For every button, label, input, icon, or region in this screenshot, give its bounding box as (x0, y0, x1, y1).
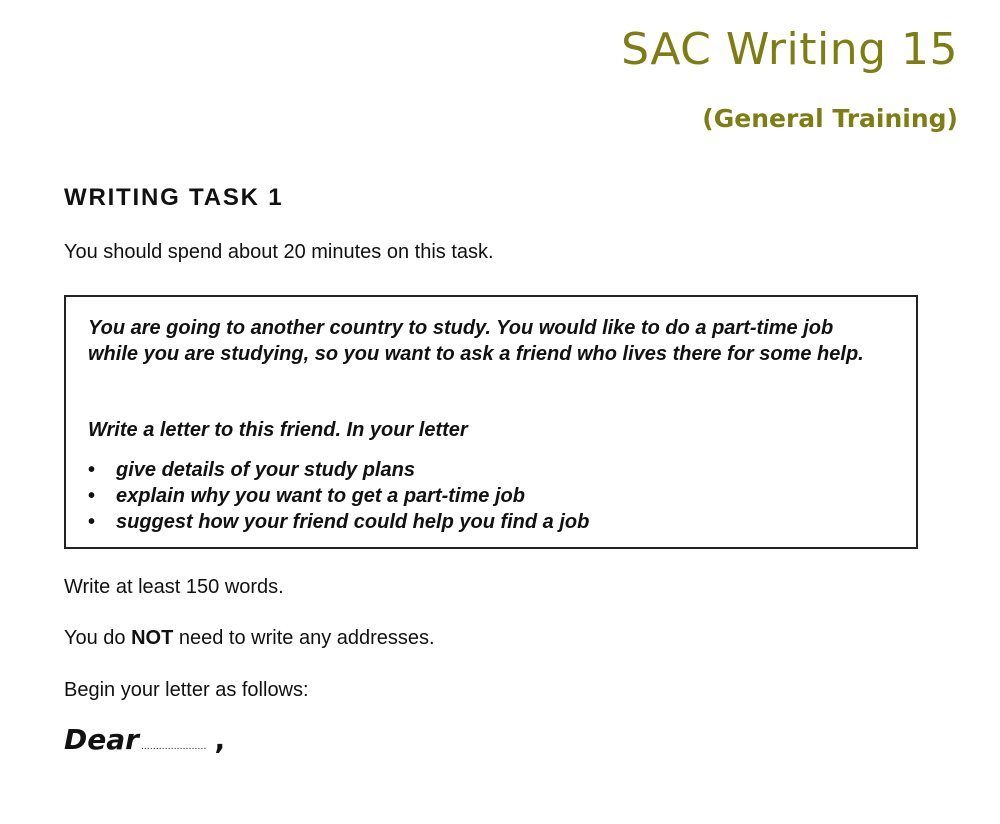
address-instruction: You do NOT need to write any addresses. (64, 627, 435, 650)
list-item: • explain why you want to get a part-time… (88, 483, 589, 509)
greeting-comma: , (214, 723, 226, 756)
letter-greeting: Dear......................, (64, 723, 225, 756)
page-subtitle: (General Training) (702, 104, 958, 133)
task-prompt-box: You are going to another country to stud… (64, 295, 918, 549)
task-bullet-list: • give details of your study plans • expla… (88, 457, 589, 535)
word-count-instruction: Write at least 150 words. (64, 576, 284, 598)
address-instruction-emphasis: NOT (131, 627, 174, 649)
bullet-text: suggest how your friend could help you f… (116, 511, 590, 533)
list-item: • suggest how your friend could help you … (88, 509, 589, 535)
bullet-icon: • (88, 459, 96, 481)
bullet-text: explain why you want to get a part-time … (116, 485, 525, 507)
bullet-text: give details of your study plans (116, 459, 415, 481)
bullet-icon: • (88, 485, 96, 507)
letter-intro-text: Write a letter to this friend. In your l… (88, 419, 468, 441)
task-prompt-text: You are going to another country to stud… (88, 317, 864, 365)
task-heading: WRITING TASK 1 (64, 184, 284, 211)
list-item: • give details of your study plans (88, 457, 589, 483)
greeting-dots: ...................... (140, 741, 207, 752)
time-instruction: You should spend about 20 minutes on thi… (64, 241, 494, 263)
page-title: SAC Writing 15 (621, 24, 958, 75)
address-instruction-before: You do (64, 627, 132, 649)
bullet-icon: • (88, 511, 96, 533)
begin-instruction: Begin your letter as follows: (64, 679, 309, 701)
address-instruction-after: need to write any addresses. (173, 627, 435, 649)
greeting-word: Dear (64, 723, 139, 756)
